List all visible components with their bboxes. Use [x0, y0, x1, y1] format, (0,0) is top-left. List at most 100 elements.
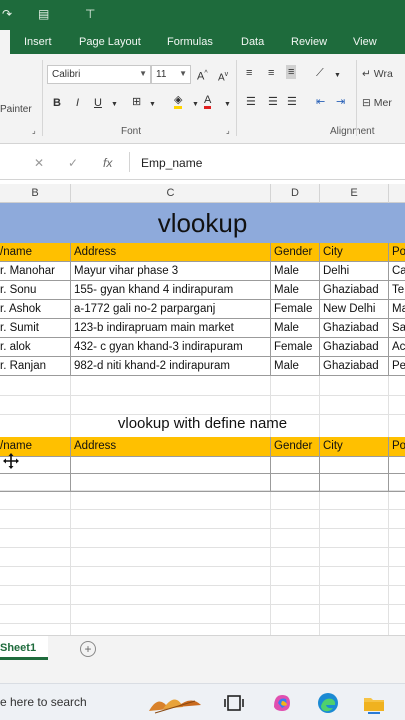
font-size-combo[interactable]: 11 ▼ — [151, 65, 191, 84]
insert-function-icon[interactable]: fx — [103, 156, 112, 170]
increase-indent-icon[interactable]: ⇥ — [336, 95, 345, 109]
font-color-icon[interactable]: A — [204, 94, 212, 109]
chevron-down-icon[interactable]: ▼ — [192, 98, 199, 112]
tab-home[interactable] — [0, 30, 10, 54]
table-cell[interactable]: r. Ranjan — [0, 357, 70, 376]
table-cell[interactable]: Female — [271, 300, 319, 319]
task-view-icon[interactable] — [222, 691, 246, 715]
table-cell[interactable]: r. alok — [0, 338, 70, 357]
table-cell[interactable]: 123-b indirapruam main market — [71, 319, 270, 338]
header-cell[interactable]: Gender — [271, 243, 319, 262]
align-center-icon[interactable]: ☰ — [268, 95, 278, 109]
column-header[interactable]: C — [71, 184, 271, 203]
table-cell[interactable]: 982-d niti khand-2 indirapuram — [71, 357, 270, 376]
table-cell[interactable]: Ghaziabad — [320, 319, 388, 338]
clipboard-launcher-icon[interactable]: ⌟ — [32, 126, 36, 135]
underline-button[interactable]: U — [94, 96, 102, 110]
table-cell[interactable]: Delhi — [320, 262, 388, 281]
align-top-icon[interactable]: ≡ — [246, 66, 252, 80]
file-explorer-icon[interactable] — [362, 691, 386, 715]
table-cell[interactable]: Te — [389, 281, 405, 300]
tab-review[interactable]: Review — [291, 35, 327, 49]
worksheet-grid[interactable]: vlookup /name Address Gender City Po r. … — [0, 203, 405, 635]
column-header[interactable]: D — [271, 184, 320, 203]
merge-center-button[interactable]: ⊟ Mer — [362, 97, 392, 109]
formula-input[interactable]: Emp_name — [141, 156, 202, 170]
table-cell[interactable]: Ma — [389, 300, 405, 319]
italic-button[interactable]: I — [76, 96, 79, 110]
table-cell[interactable]: Male — [271, 319, 319, 338]
column-header[interactable]: E — [320, 184, 389, 203]
redo-icon[interactable]: ↷ — [2, 7, 12, 21]
header-cell[interactable]: City — [320, 243, 388, 262]
table-cell[interactable]: a-1772 gali no-2 parparganj — [71, 300, 270, 319]
add-sheet-icon[interactable]: + — [80, 641, 96, 657]
wrap-text-button[interactable]: ↵ Wra — [362, 68, 393, 80]
sheet-tab-active[interactable]: Sheet1 — [0, 636, 48, 660]
align-left-icon[interactable]: ☰ — [246, 95, 256, 109]
header-cell[interactable]: Gender — [271, 437, 319, 456]
table-cell[interactable]: Male — [271, 281, 319, 300]
table-cell[interactable]: New Delhi — [320, 300, 388, 319]
chevron-down-icon[interactable]: ▼ — [111, 98, 118, 112]
edge-browser-icon[interactable] — [316, 691, 340, 715]
customize-toolbar-icon[interactable]: ⊤ — [85, 7, 95, 21]
table-cell[interactable]: Male — [271, 262, 319, 281]
table-cell[interactable]: Female — [271, 338, 319, 357]
decrease-indent-icon[interactable]: ⇤ — [316, 95, 325, 109]
header-cell[interactable]: Address — [71, 243, 270, 262]
header-cell[interactable]: Po — [389, 437, 405, 456]
bold-button[interactable]: B — [53, 96, 61, 110]
decrease-font-icon[interactable]: Av — [218, 68, 228, 85]
header-cell[interactable]: /name — [0, 243, 70, 262]
table-cell[interactable]: r. Sumit — [0, 319, 70, 338]
taskbar-search[interactable]: e here to search — [0, 695, 87, 709]
format-painter-label[interactable]: Painter — [0, 104, 32, 115]
font-launcher-icon[interactable]: ⌟ — [226, 126, 230, 135]
orientation-icon[interactable]: ⟋ — [316, 66, 324, 80]
tab-page-layout[interactable]: Page Layout — [79, 35, 141, 49]
enter-icon[interactable]: ✓ — [68, 156, 78, 170]
table-cell[interactable]: 432- c gyan khand-3 indirapuram — [71, 338, 270, 357]
table-cell[interactable]: Pe — [389, 357, 405, 376]
tab-data[interactable]: Data — [241, 35, 264, 49]
table-cell[interactable]: Ghaziabad — [320, 338, 388, 357]
table-border — [0, 356, 405, 357]
header-cell[interactable]: Address — [71, 437, 270, 456]
font-name-combo[interactable]: Calibri ▼ — [47, 65, 151, 84]
table-cell[interactable]: Ca — [389, 262, 405, 281]
table-border — [0, 318, 405, 319]
table-cell[interactable]: Ghaziabad — [320, 357, 388, 376]
fill-color-icon[interactable]: ◈ — [174, 94, 183, 109]
increase-font-icon[interactable]: A^ — [197, 67, 208, 84]
tab-insert[interactable]: Insert — [24, 35, 52, 49]
align-right-icon[interactable]: ☰ — [287, 95, 297, 109]
table-cell[interactable]: Mayur vihar phase 3 — [71, 262, 270, 281]
table-cell[interactable]: r. Sonu — [0, 281, 70, 300]
table-cell[interactable]: r. Manohar — [0, 262, 70, 281]
borders-icon[interactable]: ⊞ — [132, 95, 141, 109]
copilot-icon[interactable] — [270, 691, 294, 715]
chevron-down-icon[interactable]: ▼ — [334, 69, 341, 83]
header-cell[interactable]: City — [320, 437, 388, 456]
sheet-title[interactable]: vlookup — [0, 203, 405, 243]
table-cell[interactable]: Sa — [389, 319, 405, 338]
chevron-down-icon[interactable]: ▼ — [149, 98, 156, 112]
column-header[interactable] — [389, 184, 405, 203]
chevron-down-icon[interactable]: ▼ — [224, 98, 231, 112]
tab-view[interactable]: View — [353, 35, 377, 49]
table-cell[interactable]: Male — [271, 357, 319, 376]
table-cell[interactable]: Ac — [389, 338, 405, 357]
table-cell[interactable]: 155- gyan khand 4 indirapuram — [71, 281, 270, 300]
column-header[interactable]: B — [0, 184, 71, 203]
tab-formulas[interactable]: Formulas — [167, 35, 213, 49]
align-bottom-icon[interactable]: ≡ — [286, 65, 297, 79]
form-icon[interactable]: ▤ — [38, 7, 49, 21]
table-cell[interactable]: Ghaziabad — [320, 281, 388, 300]
section-subtitle[interactable]: vlookup with define name — [0, 413, 405, 435]
table-cell[interactable]: r. Ashok — [0, 300, 70, 319]
header-cell[interactable]: Po — [389, 243, 405, 262]
autumn-leaves-icon[interactable] — [142, 691, 208, 715]
align-middle-icon[interactable]: ≡ — [268, 66, 274, 80]
cancel-icon[interactable]: ✕ — [34, 156, 44, 170]
